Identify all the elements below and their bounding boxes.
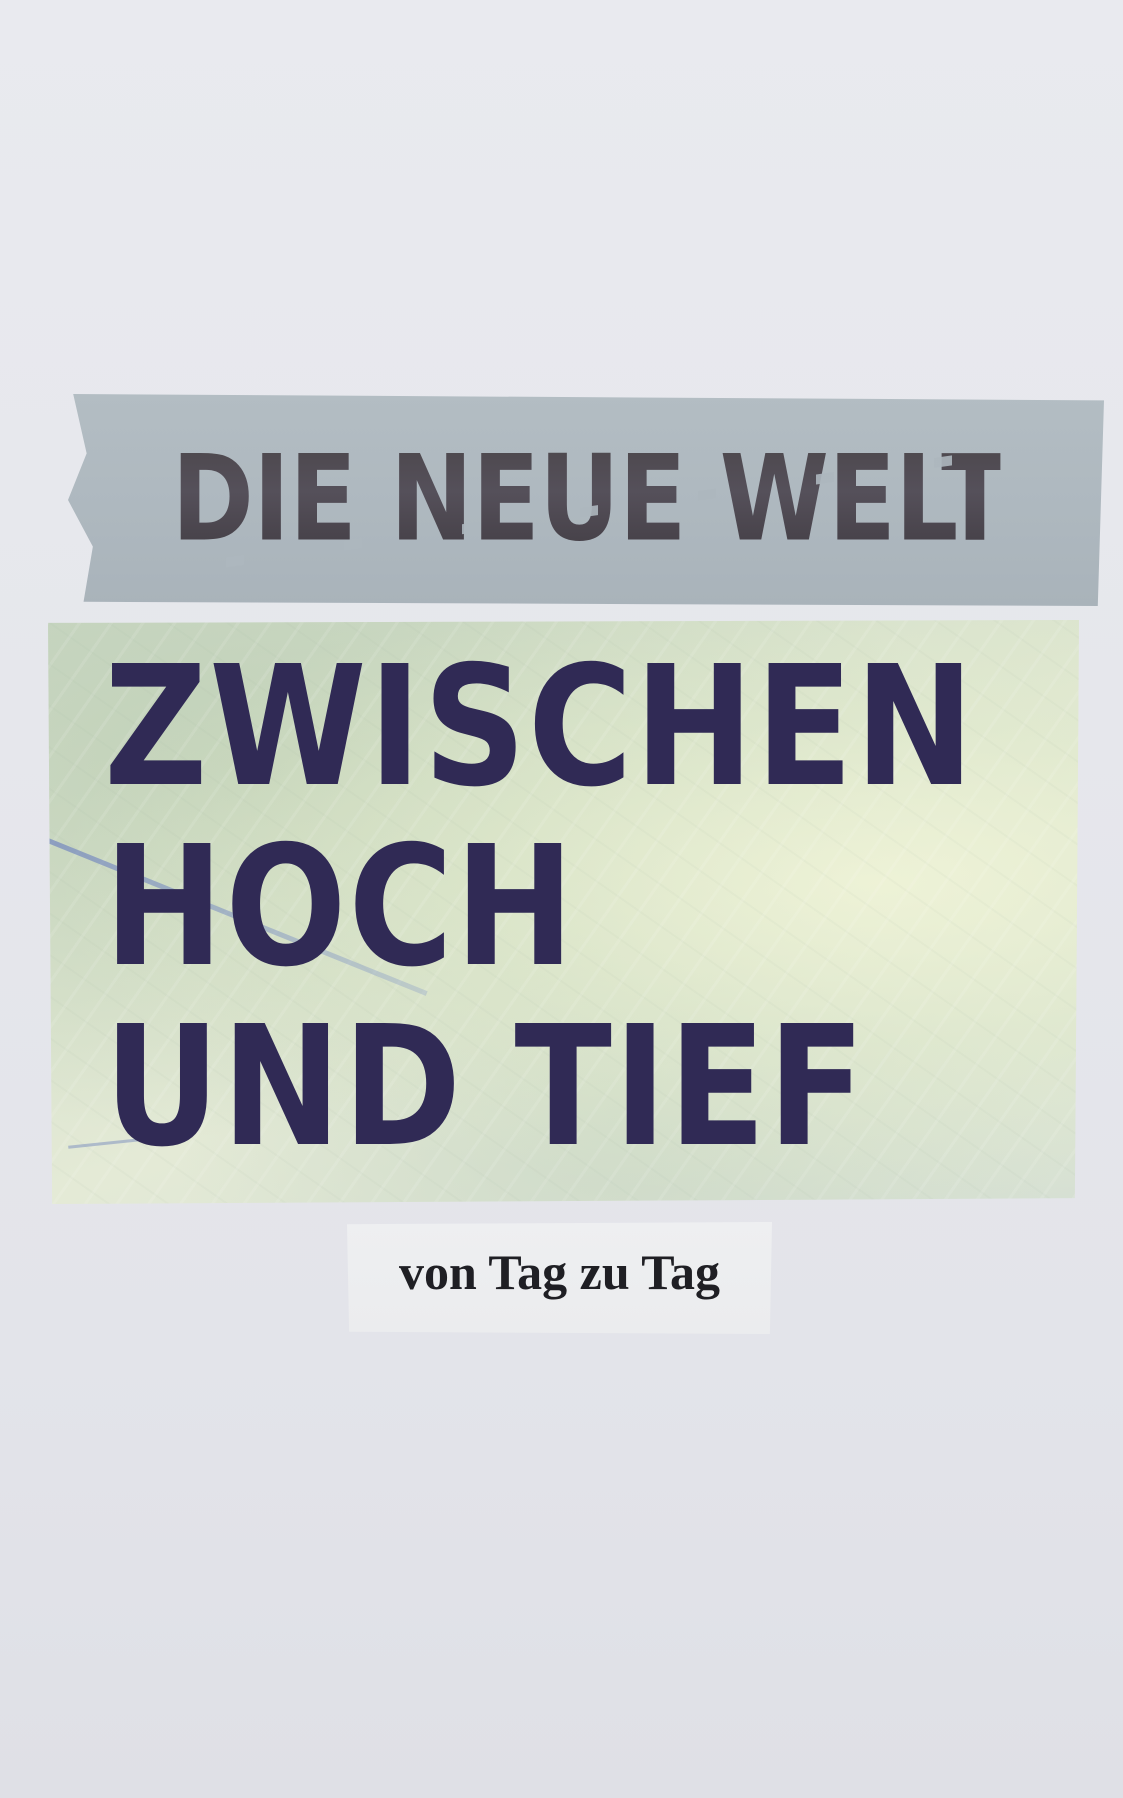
headline-line-3: UND TIEF (104, 991, 867, 1184)
headline: ZWISCHEN HOCH UND TIEF (104, 638, 1079, 1178)
subtitle: von Tag zu Tag (398, 1244, 721, 1300)
stencil-title: DIE NEUE WELT (172, 427, 1009, 571)
headline-line-1: ZWISCHEN (104, 631, 976, 824)
subtitle-strip: von Tag zu Tag (347, 1222, 772, 1334)
headline-photo-strip: ZWISCHEN HOCH UND TIEF (48, 620, 1079, 1204)
headline-line-2: HOCH (104, 811, 576, 1004)
stencil-title-strip: DIE NEUE WELT (68, 394, 1104, 606)
